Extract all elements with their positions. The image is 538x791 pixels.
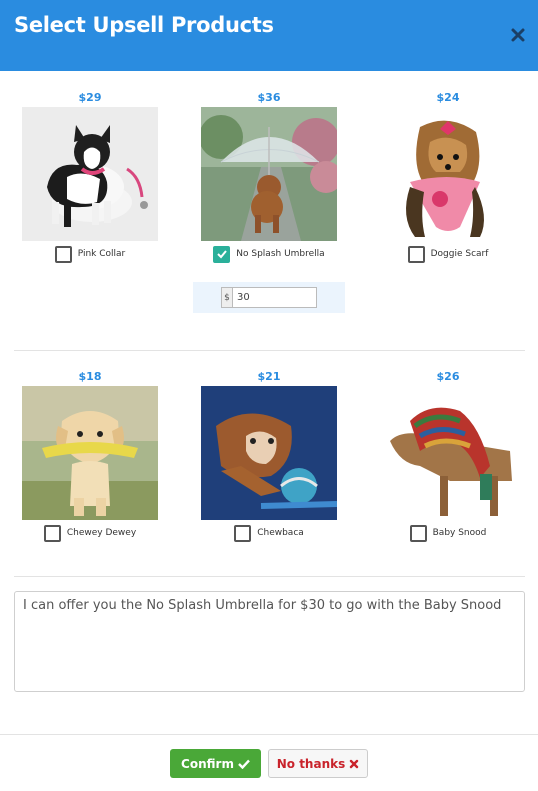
modal-title: Select Upsell Products: [14, 13, 274, 37]
product-name: Chewey Dewey: [66, 528, 137, 538]
product-image[interactable]: [380, 386, 516, 520]
product-name: Pink Collar: [77, 249, 126, 259]
product-image[interactable]: [22, 386, 158, 520]
confirm-label: Confirm: [181, 756, 234, 771]
currency-symbol: $: [222, 288, 233, 307]
product-price: $29: [78, 91, 102, 104]
section-divider: [14, 576, 525, 577]
product-select-row[interactable]: Chewbaca: [184, 524, 354, 542]
product-select-row[interactable]: Pink Collar: [5, 245, 175, 263]
section-divider: [14, 350, 525, 351]
product-checkbox[interactable]: [407, 245, 425, 263]
product-price: $24: [436, 91, 460, 104]
product-name: No Splash Umbrella: [236, 249, 325, 259]
product-price: $21: [257, 370, 281, 383]
product-image[interactable]: [22, 107, 158, 241]
product-select-row[interactable]: Baby Snood: [363, 524, 533, 542]
product-card-doggie-scarf: $24 Doggie Scarf: [363, 91, 533, 266]
product-price: $36: [257, 91, 281, 104]
modal-header: Select Upsell Products: [0, 0, 538, 71]
product-card-no-splash-umbrella: $36 No Splash Umbrella: [184, 91, 354, 266]
confirm-button[interactable]: Confirm: [170, 749, 261, 778]
custom-price-input[interactable]: [233, 288, 315, 307]
product-name: Chewbaca: [257, 528, 304, 538]
product-checkbox[interactable]: [234, 524, 252, 542]
no-thanks-label: No thanks: [276, 756, 346, 771]
product-card-baby-snood: $26 Baby Snood: [363, 370, 533, 545]
checkmark-icon: [217, 250, 227, 259]
product-checkbox[interactable]: [43, 524, 61, 542]
product-card-chewey-dewey: $18 Chewey Dewey: [5, 370, 175, 545]
product-checkbox[interactable]: [213, 245, 231, 263]
product-checkbox[interactable]: [54, 245, 72, 263]
product-image[interactable]: [201, 386, 337, 520]
product-name: Doggie Scarf: [430, 249, 489, 259]
product-card-pink-collar: $29 Pink Collar: [5, 91, 175, 266]
product-image[interactable]: [201, 107, 337, 241]
footer-divider: [0, 734, 538, 735]
product-select-row[interactable]: No Splash Umbrella: [184, 245, 354, 263]
product-select-row[interactable]: Doggie Scarf: [363, 245, 533, 263]
product-select-row[interactable]: Chewey Dewey: [5, 524, 175, 542]
offer-message-textarea[interactable]: I can offer you the No Splash Umbrella f…: [14, 591, 525, 692]
check-icon: [238, 759, 250, 769]
product-checkbox[interactable]: [409, 524, 427, 542]
product-price: $26: [436, 370, 460, 383]
close-icon[interactable]: [510, 27, 526, 43]
product-card-chewbaca: $21 Chewbaca: [184, 370, 354, 545]
product-image[interactable]: [380, 107, 516, 241]
close-icon: [349, 759, 359, 769]
product-name: Baby Snood: [432, 528, 487, 538]
custom-price-field: $: [221, 287, 317, 308]
product-price: $18: [78, 370, 102, 383]
custom-price-panel: $: [193, 282, 345, 313]
no-thanks-button[interactable]: No thanks: [268, 749, 368, 778]
